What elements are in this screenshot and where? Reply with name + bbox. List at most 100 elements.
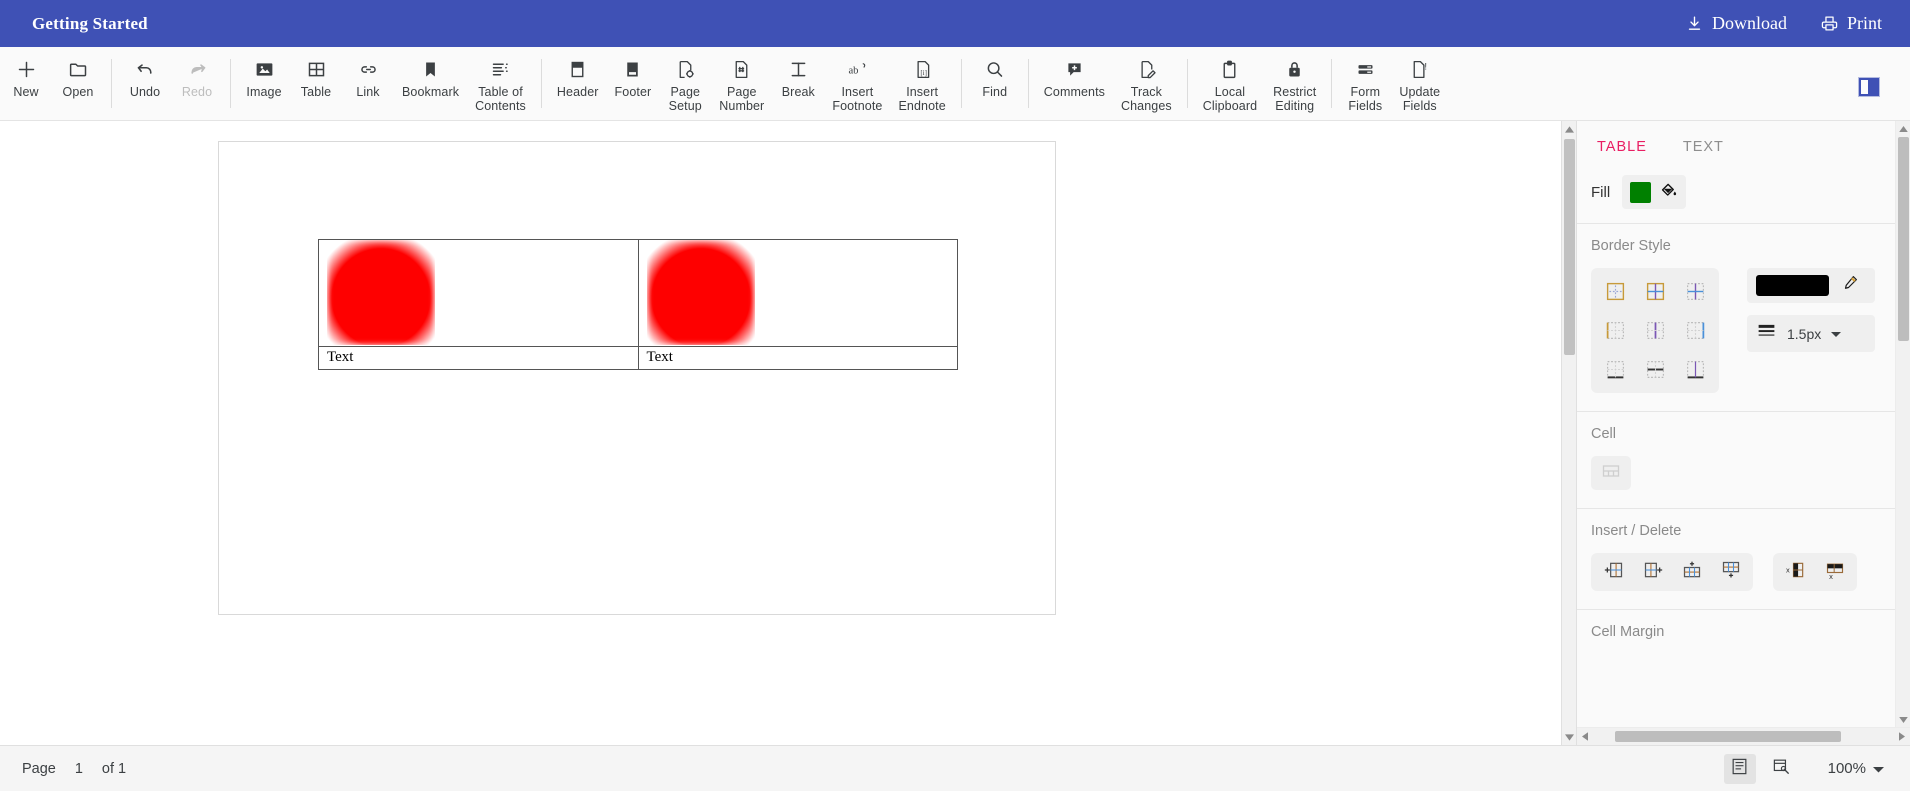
border-box-icon[interactable] (1595, 272, 1635, 311)
page-number-input[interactable] (65, 760, 92, 777)
border-color-swatch[interactable] (1756, 275, 1829, 296)
border-top-icon[interactable] (1595, 350, 1635, 389)
border-bottom-icon[interactable] (1675, 350, 1715, 389)
table-cell[interactable]: Text (637, 346, 958, 370)
cell-image-container[interactable] (639, 240, 958, 346)
header-button[interactable]: Header (549, 54, 607, 100)
cell-image-container[interactable] (319, 240, 638, 346)
border-style-grid (1591, 268, 1719, 393)
merge-cells-button[interactable] (1591, 456, 1631, 490)
border-left-icon[interactable] (1595, 311, 1635, 350)
insert-footnote-button[interactable]: ab Insert Footnote (824, 54, 890, 113)
fill-color-picker[interactable] (1622, 175, 1687, 209)
find-button[interactable]: Find (969, 54, 1021, 100)
document-page[interactable]: Text Text (218, 141, 1056, 615)
table-cell[interactable]: Text (318, 346, 639, 370)
track-changes-button[interactable]: Track Changes (1113, 54, 1180, 113)
print-button[interactable]: Print (1811, 9, 1892, 38)
footer-button[interactable]: Footer (607, 54, 660, 100)
download-button[interactable]: Download (1676, 9, 1797, 38)
insert-endnote-button[interactable]: [i] Insert Endnote (890, 54, 953, 113)
scroll-up-arrow-icon[interactable] (1562, 121, 1576, 137)
page-setup-button[interactable]: Page Setup (659, 54, 711, 113)
new-button[interactable]: New (0, 54, 52, 100)
cell-text[interactable]: Text (319, 347, 638, 369)
tab-table[interactable]: TABLE (1591, 135, 1653, 159)
redo-button[interactable]: Redo (171, 54, 223, 100)
undo-button[interactable]: Undo (119, 54, 171, 100)
border-right-icon[interactable] (1675, 311, 1715, 350)
properties-panel-toggle-button[interactable] (1858, 77, 1880, 97)
panel-vertical-scrollbar[interactable] (1895, 121, 1910, 727)
border-inside-horizontal-icon[interactable] (1635, 350, 1675, 389)
table-of-contents-icon (490, 58, 511, 80)
border-inside-vertical-icon[interactable] (1635, 311, 1675, 350)
panel-scroll-down-arrow-icon[interactable] (1896, 712, 1910, 727)
insert-row-above-icon (1682, 560, 1702, 585)
update-fields-button[interactable]: ! Update Fields (1391, 54, 1448, 113)
bookmark-button[interactable]: Bookmark (394, 54, 467, 100)
panel-hscrollbar-thumb[interactable] (1615, 731, 1841, 742)
insert-row-below-button[interactable] (1711, 556, 1750, 588)
paint-bucket-icon[interactable] (1659, 180, 1678, 204)
web-layout-view-button[interactable] (1766, 754, 1798, 784)
form-fields-button[interactable]: Form Fields (1339, 54, 1391, 113)
toolbar-separator (1027, 59, 1029, 108)
comments-button[interactable]: Comments (1036, 54, 1113, 100)
border-inside-icon[interactable] (1675, 272, 1715, 311)
link-button[interactable]: Link (342, 54, 394, 100)
document-canvas[interactable]: Text Text (0, 121, 1561, 745)
toolbar-group-fields: Form Fields ! Update Fields (1339, 47, 1448, 120)
break-button[interactable]: Break (772, 54, 824, 100)
table-row[interactable]: Text Text (318, 346, 958, 370)
tab-text[interactable]: TEXT (1677, 135, 1730, 159)
table-row[interactable] (318, 239, 958, 347)
border-width-dropdown[interactable]: 1.5px (1747, 315, 1875, 352)
insert-buttons-group (1591, 553, 1753, 591)
fill-color-swatch[interactable] (1630, 181, 1652, 203)
svg-text:!: ! (1425, 61, 1428, 72)
document-scrollbar-thumb[interactable] (1564, 139, 1575, 355)
border-color-pen-icon[interactable] (1841, 274, 1859, 297)
page-number-button[interactable]: Page Number (711, 54, 772, 113)
table-button[interactable]: Table (290, 54, 342, 100)
delete-column-button[interactable]: x (1776, 556, 1815, 588)
page-count-label: of 1 (101, 760, 127, 777)
insert-column-left-button[interactable] (1594, 556, 1633, 588)
delete-buttons-group: x x (1773, 553, 1857, 591)
cell-text[interactable]: Text (639, 347, 958, 369)
panel-hscroll-track[interactable] (1593, 731, 1894, 742)
insert-row-above-button[interactable] (1672, 556, 1711, 588)
document-vertical-scrollbar[interactable] (1561, 121, 1576, 745)
inserted-image[interactable] (327, 240, 435, 345)
panel-scroll-left-arrow-icon[interactable] (1577, 732, 1593, 741)
panel-scroll-up-arrow-icon[interactable] (1896, 121, 1910, 136)
image-button[interactable]: Image (238, 54, 290, 100)
update-fields-label: Update Fields (1399, 85, 1441, 113)
border-all-icon[interactable] (1635, 272, 1675, 311)
print-layout-view-button[interactable] (1723, 753, 1756, 784)
form-fields-icon (1355, 58, 1376, 80)
open-button[interactable]: Open (52, 54, 104, 100)
zoom-control[interactable]: 100% (1824, 756, 1888, 781)
scroll-down-arrow-icon[interactable] (1562, 729, 1577, 745)
inserted-image[interactable] (646, 240, 755, 345)
insert-column-right-button[interactable] (1633, 556, 1672, 588)
panel-scrollbar-thumb[interactable] (1898, 137, 1909, 341)
insert-row-below-icon (1721, 560, 1741, 585)
panel-horizontal-scrollbar[interactable] (1577, 727, 1910, 745)
border-color-picker[interactable] (1747, 268, 1875, 303)
header-icon (567, 58, 588, 80)
local-clipboard-button[interactable]: Local Clipboard (1195, 54, 1265, 113)
panel-scroll-right-arrow-icon[interactable] (1894, 732, 1910, 741)
toolbar-separator (540, 59, 542, 108)
restrict-editing-button[interactable]: Restrict Editing (1265, 54, 1324, 113)
table-of-contents-button[interactable]: Table of Contents (467, 54, 534, 113)
table-cell[interactable] (318, 239, 639, 347)
document-table[interactable]: Text Text (318, 239, 958, 370)
table-cell[interactable] (637, 239, 958, 347)
header-label: Header (556, 85, 599, 99)
insert-endnote-icon: [i] (912, 58, 933, 80)
title-bar: Getting Started Download Print (0, 0, 1910, 47)
delete-row-button[interactable]: x (1815, 556, 1854, 588)
